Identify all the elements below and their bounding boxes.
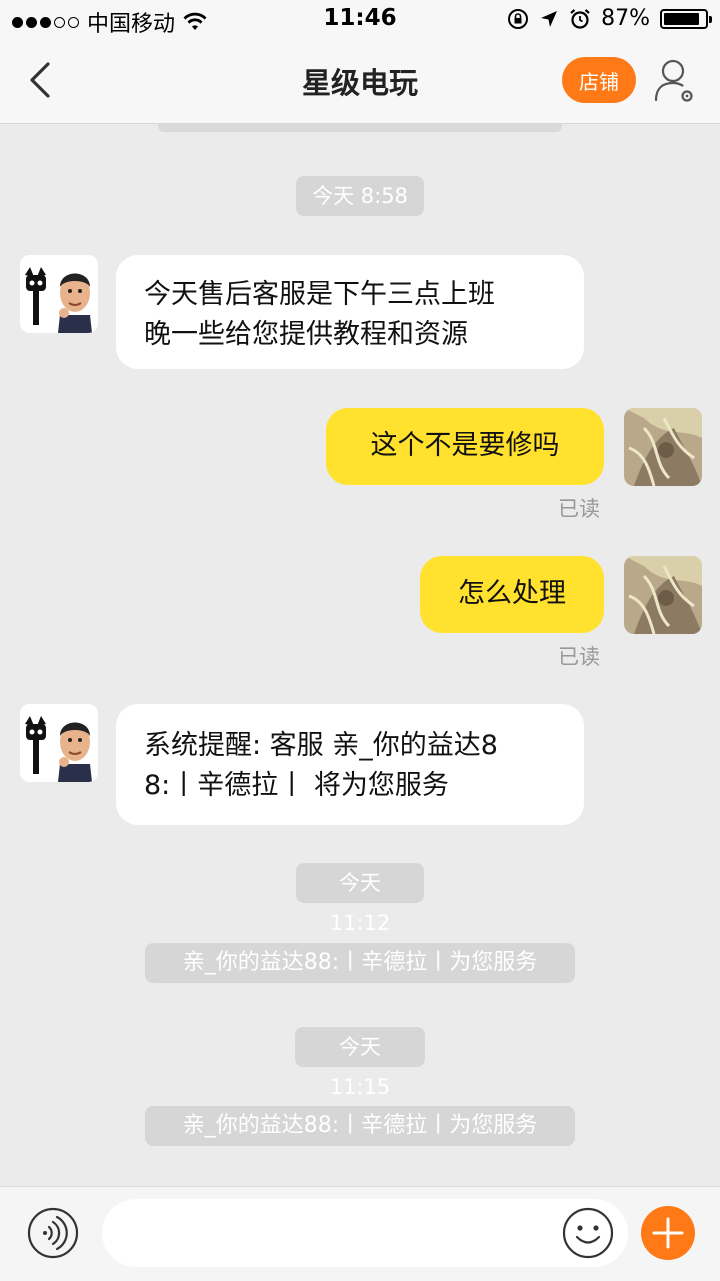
shop-button[interactable]: 店铺 [562, 57, 636, 103]
message-bubble-outgoing[interactable]: 这个不是要修吗 [326, 408, 604, 485]
message-text: 怎么处理 [458, 578, 566, 609]
message-bubble-incoming[interactable]: 系统提醒: 客服 亲_你的益达8 8:丨辛德拉丨 将为您服务 [116, 704, 584, 825]
battery-percent: 87% [601, 6, 650, 31]
message-text: 这个不是要修吗 [370, 430, 560, 461]
message-text: 晚一些给您提供教程和资源 [144, 319, 468, 350]
location-arrow-icon [541, 10, 558, 27]
shop-avatar-image [20, 255, 98, 333]
read-receipt: 已读 [558, 497, 600, 521]
shop-avatar[interactable] [20, 704, 98, 782]
navigation-bar: 星级电玩 店铺 [0, 40, 720, 124]
message-bubble-outgoing[interactable]: 怎么处理 [420, 556, 604, 633]
battery-level-fill [664, 12, 699, 25]
timestamp-pill: 今天 8:58 [296, 176, 424, 216]
message-bubble-incoming[interactable]: 今天售后客服是下午三点上班 晚一些给您提供教程和资源 [116, 255, 584, 369]
user-settings-icon[interactable] [652, 56, 698, 106]
chat-message-list[interactable]: 今天 8:58 今天售后客服是下午三点上班 晚一些给您提供教程和资源 这个不是要… [0, 124, 720, 1186]
read-receipt: 已读 [558, 645, 600, 669]
message-input[interactable] [102, 1199, 628, 1267]
rotation-lock-icon [508, 8, 529, 29]
status-right: 87% [507, 6, 712, 31]
user-avatar[interactable] [624, 556, 702, 634]
input-bar [0, 1186, 720, 1281]
previous-notice-pill [158, 124, 562, 132]
timestamp-pill: 今天 11:12 [296, 863, 424, 935]
user-avatar[interactable] [624, 408, 702, 486]
message-text: 今天售后客服是下午三点上班 [144, 279, 495, 310]
message-text: 系统提醒: 客服 亲_你的益达8 [144, 730, 498, 761]
user-avatar-image [624, 556, 702, 634]
user-avatar-image [624, 408, 702, 486]
timestamp-pill: 今天 11:15 [295, 1027, 425, 1099]
shop-avatar-image [20, 704, 98, 782]
system-notice-pill: 亲_你的益达88:丨辛德拉丨为您服务 [145, 1106, 575, 1146]
status-bar: 中国移动 11:46 87% [0, 0, 720, 40]
plus-icon [652, 1217, 684, 1249]
more-actions-button[interactable] [641, 1206, 695, 1260]
shop-avatar[interactable] [20, 255, 98, 333]
battery-icon [660, 8, 712, 29]
alarm-icon [570, 8, 590, 29]
emoji-icon[interactable] [561, 1206, 615, 1260]
message-text: 8:丨辛德拉丨 将为您服务 [144, 770, 449, 801]
system-notice-pill: 亲_你的益达88:丨辛德拉丨为您服务 [145, 943, 575, 983]
voice-input-icon[interactable] [27, 1207, 79, 1259]
